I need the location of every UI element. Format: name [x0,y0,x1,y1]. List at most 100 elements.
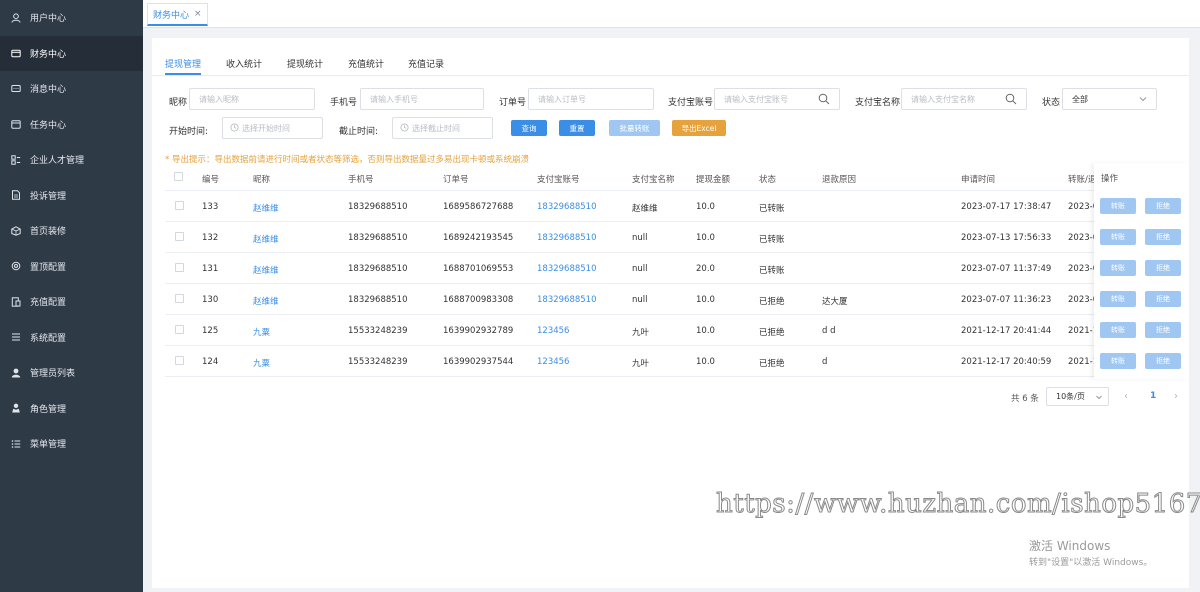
current-page[interactable]: 1 [1150,391,1156,401]
reject-button[interactable]: 拒绝 [1145,229,1181,245]
transfer-button[interactable]: 转账 [1100,260,1136,276]
status-select[interactable]: 全部 [1062,88,1157,110]
table-row: 124 九粟 15533248239 1639902937544 123456 九叶 10.… [165,346,1189,377]
cell-phone: 15533248239 [348,357,408,367]
header-operations: 操作 [1101,174,1119,184]
sidebar-item[interactable]: 用户中心 [0,0,143,36]
cell-alipay-name: 赵维维 [632,204,658,214]
cell-alipay-account[interactable]: 18329688510 [537,233,597,243]
cell-alipay-name: 九叶 [632,328,650,338]
transfer-button[interactable]: 转账 [1100,229,1136,245]
cell-alipay-account[interactable]: 18329688510 [537,264,597,274]
query-button[interactable]: 查询 [511,120,547,136]
next-page-button[interactable]: › [1174,391,1178,402]
sidebar-item[interactable]: 任务中心 [0,107,143,143]
reset-button[interactable]: 重置 [559,120,595,136]
header-id: 编号 [202,175,220,185]
sidebar-item-label: 消息中心 [30,85,67,96]
row-checkbox[interactable] [175,356,184,365]
cell-alipay-name: null [632,264,648,274]
alipay-account-label: 支付宝账号 [668,98,714,108]
tab-label: 财务中心 [153,10,190,21]
sidebar-item-label: 财务中心 [30,49,67,60]
sidebar-item[interactable]: 投诉管理 [0,178,143,214]
sidebar-item[interactable]: 角色管理 [0,391,143,427]
end-time-picker[interactable] [392,117,493,139]
cell-alipay-account[interactable]: 18329688510 [537,295,597,305]
cell-nickname[interactable]: 赵维维 [253,295,279,307]
sidebar-item[interactable]: 菜单管理 [0,426,143,462]
table-header: 编号 昵称 手机号 订单号 支付宝账号 支付宝名称 提现金额 状态 退款原因 申… [165,164,1189,191]
cell-amount: 20.0 [696,264,715,274]
prev-page-button[interactable]: ‹ [1124,391,1128,402]
row-checkbox[interactable] [175,263,184,272]
row-checkbox[interactable] [175,294,184,303]
reject-button[interactable]: 拒绝 [1145,260,1181,276]
sidebar-item[interactable]: 消息中心 [0,71,143,107]
table-row: 132 赵维维 18329688510 1689242193545 1832968851… [165,222,1189,253]
transfer-button[interactable]: 转账 [1100,198,1136,214]
select-all-checkbox[interactable] [174,172,183,181]
nickname-input[interactable] [189,88,315,110]
search-icon[interactable] [818,93,830,105]
header-refund-reason: 退款原因 [822,175,857,185]
cell-order: 1688701069553 [443,264,514,274]
sidebar-item[interactable]: 企业人才管理 [0,142,143,178]
cell-nickname[interactable]: 赵维维 [253,202,279,214]
close-icon[interactable]: × [194,9,202,19]
windows-activation-subtitle: 转到"设置"以激活 Windows。 [1029,558,1153,568]
phone-input[interactable] [360,88,484,110]
subtab-income-stats[interactable]: 收入统计 [226,57,262,70]
batch-transfer-button[interactable]: 批量转账 [609,120,660,136]
cell-order: 1688700983308 [443,295,514,305]
cell-status: 已转账 [759,266,785,276]
cell-nickname[interactable]: 九粟 [253,357,270,369]
sidebar-item[interactable]: 财务中心 [0,35,143,71]
cell-alipay-account[interactable]: 123456 [537,326,569,336]
row-checkbox[interactable] [175,325,184,334]
subtab-recharge-records[interactable]: 充值记录 [408,57,444,70]
reject-button[interactable]: 拒绝 [1145,322,1181,338]
subtab-withdraw-stats[interactable]: 提现统计 [287,57,323,70]
reject-button[interactable]: 拒绝 [1145,291,1181,307]
wallet-icon [11,48,21,58]
sidebar-item[interactable]: 系统配置 [0,320,143,356]
reject-button[interactable]: 拒绝 [1145,353,1181,369]
page-size-select[interactable]: 10条/页 [1046,387,1109,406]
subtab-withdraw-management[interactable]: 提现管理 [165,57,201,70]
row-checkbox[interactable] [175,232,184,241]
cell-alipay-name: null [632,295,648,305]
sidebar-item[interactable]: 充值配置 [0,284,143,320]
cell-alipay-account[interactable]: 123456 [537,357,569,367]
cell-apply-time: 2023-07-07 11:37:49 [961,264,1052,274]
row-checkbox[interactable] [175,201,184,210]
sidebar: 用户中心财务中心消息中心任务中心企业人才管理 投诉管理 首页装修 置顶配置 充值配置 系统… [0,0,143,592]
transfer-button[interactable]: 转账 [1100,353,1136,369]
cell-alipay-account[interactable]: 18329688510 [537,202,597,212]
sidebar-item-label: 菜单管理 [30,440,67,451]
cell-id: 131 [202,264,219,274]
export-excel-button[interactable]: 导出Excel [672,120,726,136]
header-status: 状态 [759,175,777,185]
search-icon[interactable] [1005,93,1017,105]
cell-amount: 10.0 [696,233,715,243]
subtab-recharge-stats[interactable]: 充值统计 [348,57,384,70]
reject-button[interactable]: 拒绝 [1145,198,1181,214]
page-size-value: 10条/页 [1056,392,1085,401]
sidebar-item[interactable]: 置顶配置 [0,249,143,285]
table-row: 130 赵维维 18329688510 1688700983308 1832968851… [165,284,1189,315]
start-time-picker[interactable] [222,117,323,139]
transfer-button[interactable]: 转账 [1100,291,1136,307]
tab-finance-center[interactable]: 财务中心 × [147,3,208,26]
sidebar-item-label: 任务中心 [30,120,67,131]
sidebar-item[interactable]: 首页装修 [0,213,143,249]
sidebar-item[interactable]: 管理员列表 [0,355,143,391]
order-input[interactable] [528,88,654,110]
header-amount: 提现金额 [696,175,731,185]
cell-nickname[interactable]: 赵维维 [253,264,279,276]
cell-apply-time: 2021-12-17 20:40:59 [961,357,1052,367]
cell-nickname[interactable]: 赵维维 [253,233,279,245]
menu-icon [11,332,21,342]
cell-nickname[interactable]: 九粟 [253,326,270,338]
transfer-button[interactable]: 转账 [1100,322,1136,338]
